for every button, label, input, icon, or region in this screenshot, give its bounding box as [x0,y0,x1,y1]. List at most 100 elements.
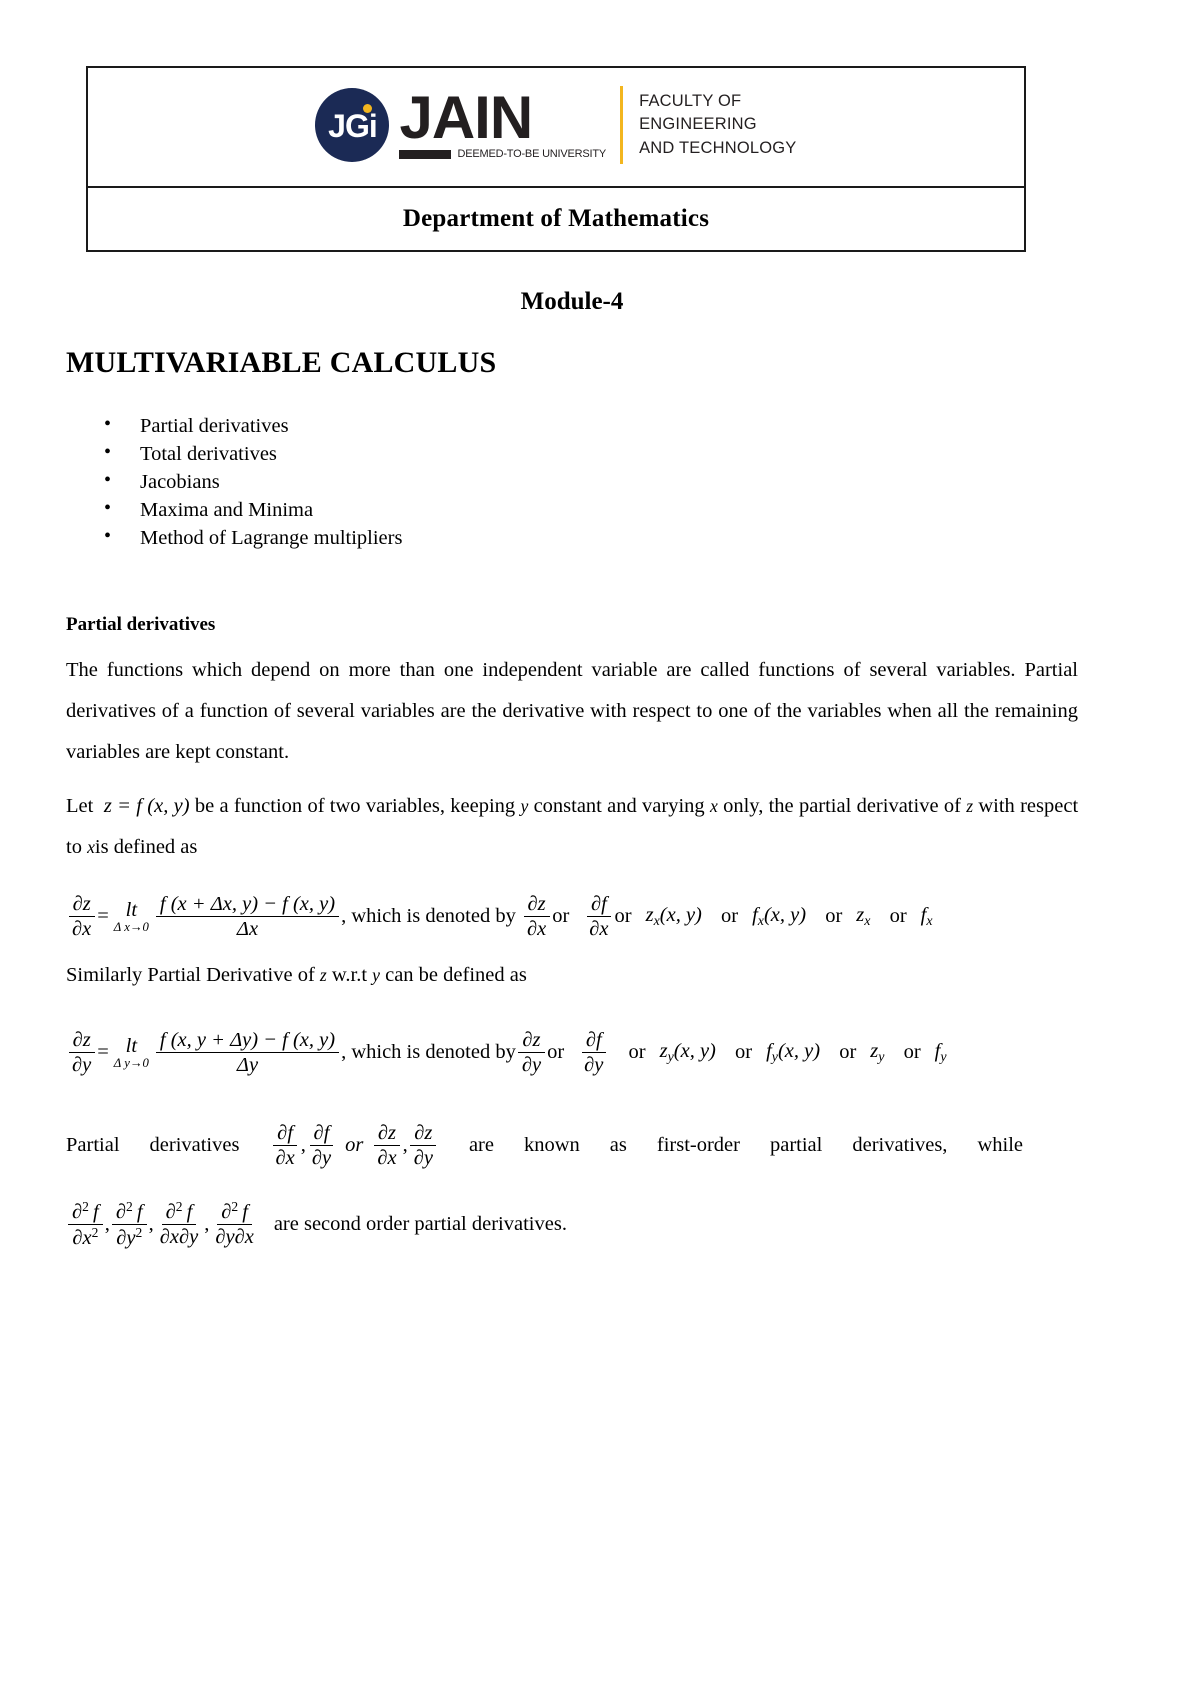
notation-numerator: ∂2 f [68,1199,103,1225]
jain-brand-text: JAIN [399,83,533,151]
module-label: Module-4 [520,288,624,315]
notation-numerator: ∂z [518,1029,545,1054]
let-definition-paragraph: Let z = f (x, y) be a function of two va… [66,786,1078,867]
section-heading-partial-derivatives: Partial derivatives [66,614,216,636]
notation-numerator: ∂2 f [161,1199,197,1226]
notation-zx-xy: zx(x, y) [645,903,702,929]
page-content: JGi JAIN DEEMED-TO-BE UNIVERSITY FACULTY… [66,0,1078,1249]
notation-df-dx: ∂f ∂x [585,893,612,940]
faculty-line-2: ENGINEERING [639,115,757,134]
notation-denominator: ∂y [413,1147,433,1170]
first-order-df-dy: ∂f ∂y [308,1122,335,1169]
or-word-4: or [825,905,843,928]
notation-denominator: ∂x [589,918,609,941]
orders-line-second: ∂2 f ∂x2 , ∂2 f ∂y2 , ∂2 f ∂x∂y , ∂2 f ∂… [66,1199,1078,1249]
notation-zy: zy [870,1039,885,1065]
let-tail3: is defined as [94,835,198,858]
logo-divider [620,86,624,164]
notation-numerator: ∂2 f [111,1199,147,1225]
variable-y: y [520,796,529,817]
faculty-line-3: AND TECHNOLOGY [639,138,797,157]
notation-dz-dy: ∂z ∂y [518,1029,545,1076]
notation-numerator: ∂f [586,893,611,918]
document-header-table: JGi JAIN DEEMED-TO-BE UNIVERSITY FACULTY… [86,66,1026,252]
jain-brand-block: JAIN DEEMED-TO-BE UNIVERSITY [399,83,606,160]
notation-denominator: ∂y [521,1054,542,1077]
list-item: Method of Lagrange multipliers [104,523,1078,552]
or-word-2: or [614,905,632,928]
second-order-d2f-dxdy: ∂2 f ∂x∂y [156,1199,203,1249]
notation-denominator: ∂y [584,1054,604,1077]
notation-denominator: ∂x∂y [159,1226,199,1249]
equals-sign: = [97,1041,109,1064]
rhs-fraction: f (x, y + Δy) − f (x, y) Δy [155,1029,340,1077]
topics-list: Partial derivatives Total derivatives Ja… [66,411,1078,552]
or-word-5: or [903,1041,921,1064]
first-order-df-dx: ∂f ∂x [271,1122,298,1169]
notation-denominator: ∂y [311,1147,332,1170]
let-lead: Let [66,795,94,818]
second-order-d2f-dy2: ∂2 f ∂y2 [111,1199,147,1249]
limit-lt-label: lt [125,1034,138,1057]
orders-lead-1: Partial [66,1134,120,1157]
equals-sign: = [97,905,109,928]
first-order-dz-dx: ∂z ∂x [373,1122,401,1170]
topic-label: Partial derivatives [140,415,289,437]
topic-label: Maxima and Minima [140,499,314,522]
let-mid: be a function of two variables, keeping [194,795,516,818]
rhs-denominator: Δy [236,1054,259,1077]
or-word-4: or [839,1041,857,1064]
notation-numerator: ∂f [581,1029,606,1054]
similarly-lead: Similarly Partial Derivative of [66,963,315,986]
jain-brand-subline: DEEMED-TO-BE UNIVERSITY [399,148,606,160]
or-word-italic: or [345,1134,364,1157]
variable-z: z [966,796,974,817]
notation-fx-xy: fx(x, y) [752,903,807,929]
derivatives-word: derivatives, [852,1134,948,1157]
notation-denominator: ∂x [377,1147,397,1170]
faculty-line-1: FACULTY OF [639,91,742,110]
notation-dz-dx: ∂z ∂x [523,893,550,940]
notation-df-dy: ∂f ∂y [580,1029,607,1076]
lhs-numerator: ∂z [68,893,95,918]
variable-z: z [319,964,327,985]
list-item: Total derivatives [104,439,1078,468]
lhs-denominator: ∂x [72,918,92,941]
denoted-by-text: , which is denoted by [341,1041,516,1064]
notation-zy-xy: zy(x, y) [659,1039,716,1065]
lhs-numerator: ∂z [68,1029,95,1054]
jain-brand-sub-text: DEEMED-TO-BE UNIVERSITY [457,148,607,161]
variable-x-2: x [87,836,95,857]
list-item: Partial derivatives [104,411,1078,440]
notation-numerator: ∂z [373,1122,401,1147]
denoted-by-text: , which is denoted by [341,905,516,928]
or-word-3: or [735,1041,753,1064]
variable-y: y [372,964,380,985]
second-order-tail-text: are second order partial derivatives. [273,1212,567,1235]
or-word-2: or [628,1041,646,1064]
known-as-word-3: as [609,1134,627,1157]
partial-word: partial [769,1134,823,1157]
topic-label: Total derivatives [140,443,277,466]
subject-title: MULTIVARIABLE CALCULUS [66,346,497,379]
limit-subscript: Δ y→0 [113,1056,149,1071]
limit-lt-label: lt [125,898,138,921]
limit-subscript: Δ x→0 [113,920,149,935]
known-as-word-1: are [468,1134,494,1157]
or-word-1: or [547,1041,565,1064]
notation-zx: zx [856,903,871,929]
topic-label: Jacobians [140,471,220,494]
limit-operator: lt Δ x→0 [114,900,149,934]
equation-partial-z-wrt-x: ∂z ∂x = lt Δ x→0 f (x + Δx, y) − f (x, y… [66,893,1078,940]
faculty-name-block: FACULTY OF ENGINEERING AND TECHNOLOGY [639,90,796,160]
topic-label: Method of Lagrange multipliers [140,527,403,550]
while-word: while [977,1134,1023,1157]
notation-fy: fy [934,1039,947,1065]
lhs-fraction: ∂z ∂y [68,1029,95,1076]
or-word-3: or [721,905,739,928]
notation-denominator: ∂x [526,918,547,941]
list-item: Jacobians [104,467,1078,496]
notation-fx: fx [920,903,933,929]
lhs-denominator: ∂y [72,1054,92,1077]
notation-numerator: ∂f [309,1122,334,1147]
